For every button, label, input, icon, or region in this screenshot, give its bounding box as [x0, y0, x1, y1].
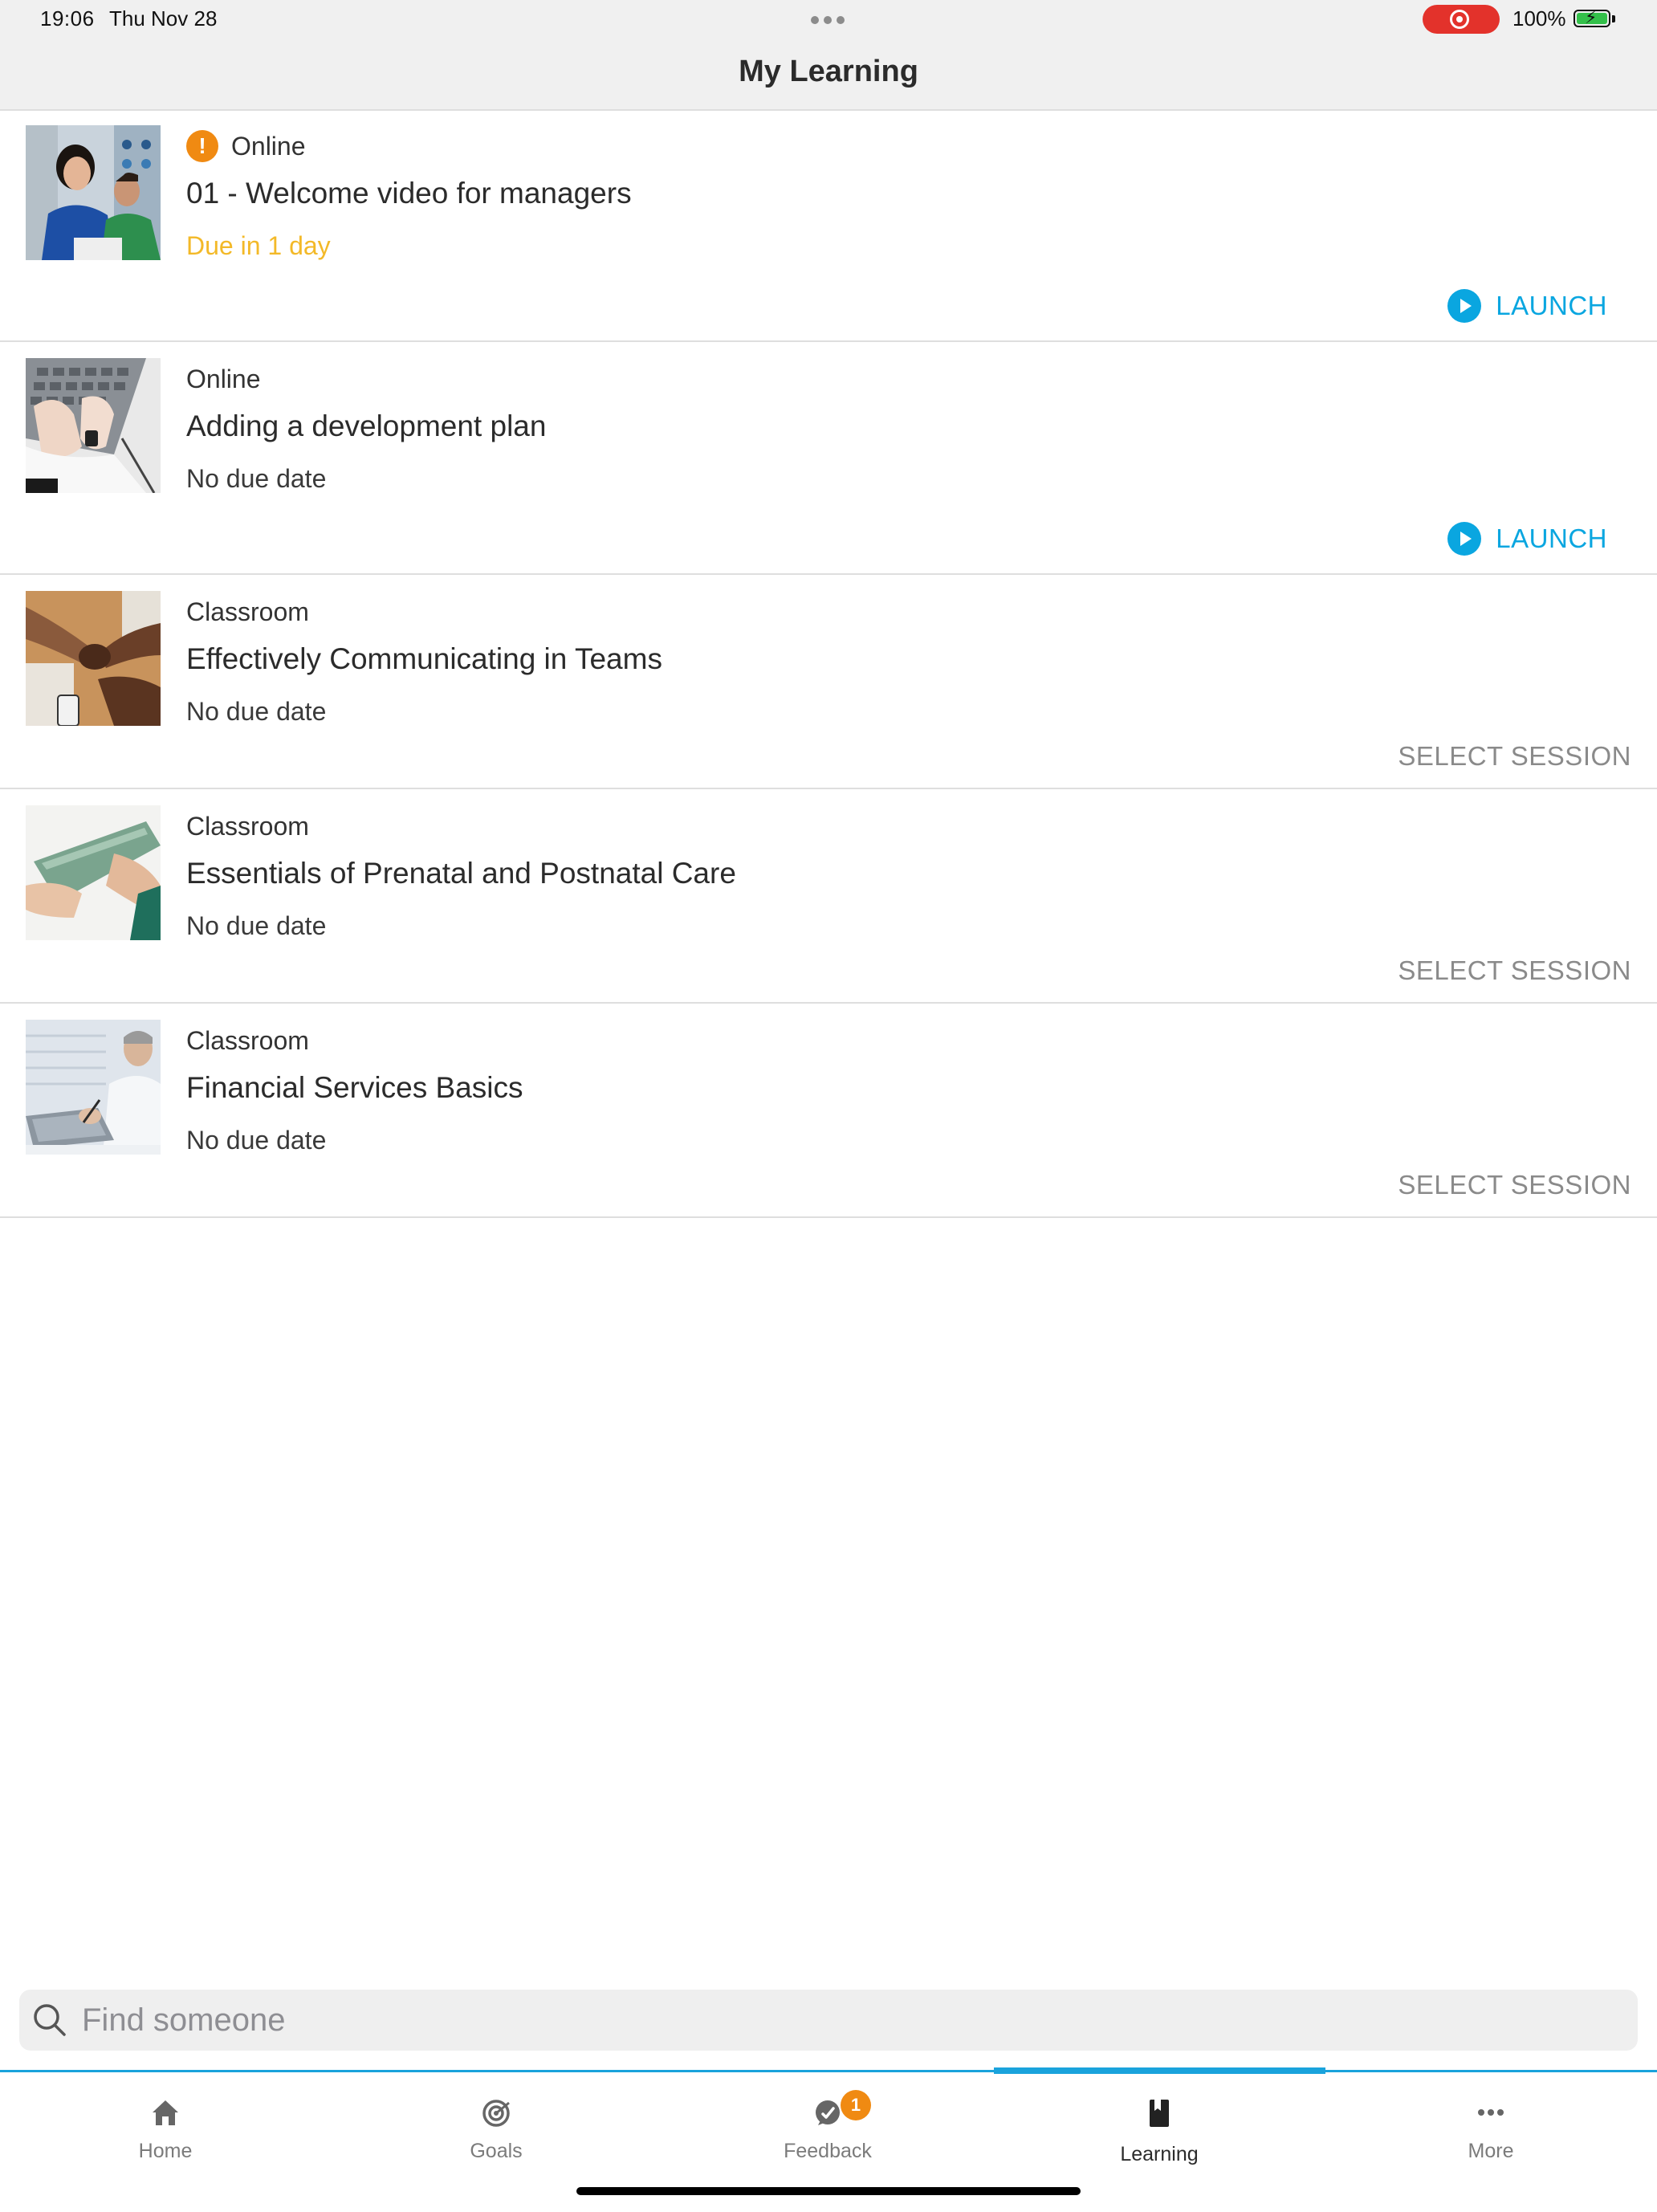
course-type-row: Classroom [186, 1023, 309, 1058]
course-list: ! Online 01 - Welcome video for managers… [0, 109, 1657, 1218]
book-icon [1150, 2100, 1169, 2127]
tab-feedback[interactable]: 1 Feedback [662, 2072, 993, 2169]
tab-home[interactable]: Home [0, 2072, 331, 2169]
course-type: Classroom [186, 597, 309, 626]
course-item[interactable]: Online Adding a development plan No due … [0, 342, 1657, 575]
home-indicator[interactable] [576, 2187, 1081, 2195]
battery-percentage: 100% [1512, 6, 1566, 31]
tab-label: Feedback [784, 2140, 872, 2162]
select-session-button[interactable]: SELECT SESSION [1398, 955, 1631, 986]
course-type-row: Classroom [186, 809, 309, 844]
course-item[interactable]: Classroom Effectively Communicating in T… [0, 575, 1657, 789]
launch-label: LAUNCH [1496, 291, 1607, 320]
feedback-icon [816, 2100, 840, 2125]
course-type-row: Classroom [186, 594, 309, 629]
tab-label: More [1468, 2140, 1514, 2162]
course-type: Online [231, 131, 306, 161]
play-icon [1447, 289, 1482, 323]
course-type: Classroom [186, 1025, 309, 1055]
launch-label: LAUNCH [1496, 523, 1607, 553]
course-type-row: ! Online [186, 128, 306, 164]
due-date: No due date [186, 911, 327, 940]
course-thumbnail [26, 1020, 161, 1155]
course-thumbnail [26, 125, 161, 260]
due-date: No due date [186, 464, 327, 493]
course-item[interactable]: ! Online 01 - Welcome video for managers… [0, 109, 1657, 342]
course-title[interactable]: Essentials of Prenatal and Postnatal Car… [186, 857, 736, 890]
course-title[interactable]: Effectively Communicating in Teams [186, 642, 662, 676]
course-title[interactable]: Financial Services Basics [186, 1071, 523, 1105]
due-date: No due date [186, 697, 327, 726]
course-type: Online [186, 364, 261, 393]
course-type-row: Online [186, 361, 261, 397]
tab-learning[interactable]: Learning [994, 2072, 1325, 2169]
target-icon [482, 2100, 510, 2127]
tab-label: Learning [1120, 2143, 1199, 2165]
notification-badge: 1 [841, 2090, 871, 2120]
course-thumbnail [26, 358, 161, 493]
due-date: Due in 1 day [186, 231, 331, 260]
status-date: Thu Nov 28 [109, 6, 218, 31]
search-bar[interactable] [19, 1990, 1638, 2051]
launch-button[interactable]: LAUNCH [1447, 289, 1607, 323]
status-time: 19:06 [40, 6, 95, 31]
due-date: No due date [186, 1126, 327, 1155]
course-item[interactable]: Classroom Essentials of Prenatal and Pos… [0, 789, 1657, 1004]
course-type: Classroom [186, 811, 309, 841]
page-title: My Learning [739, 55, 918, 88]
home-icon [153, 2100, 178, 2125]
tab-label: Home [138, 2140, 193, 2162]
battery-icon: ⚡ [1574, 8, 1610, 27]
select-session-button[interactable]: SELECT SESSION [1398, 1170, 1631, 1200]
launch-button[interactable]: LAUNCH [1447, 522, 1607, 556]
tab-goals[interactable]: Goals [331, 2072, 662, 2169]
warning-icon: ! [186, 130, 218, 162]
top-bar: 19:06 Thu Nov 28 100% ⚡ My Learning [0, 0, 1657, 111]
screen-recording-icon[interactable] [1423, 5, 1500, 34]
tab-more[interactable]: More [1325, 2072, 1656, 2169]
search-icon [34, 2004, 66, 2036]
more-icon [1478, 2109, 1504, 2116]
search-input[interactable] [71, 1990, 1620, 2051]
select-session-button[interactable]: SELECT SESSION [1398, 741, 1631, 772]
course-title[interactable]: 01 - Welcome video for managers [186, 177, 632, 210]
play-icon [1447, 522, 1482, 556]
battery-cap [1612, 15, 1615, 22]
tab-label: Goals [470, 2140, 523, 2162]
course-item[interactable]: Classroom Financial Services Basics No d… [0, 1004, 1657, 1218]
course-title[interactable]: Adding a development plan [186, 409, 546, 443]
course-thumbnail [26, 591, 161, 726]
course-thumbnail [26, 805, 161, 940]
multitasking-dots-icon[interactable] [811, 16, 845, 24]
